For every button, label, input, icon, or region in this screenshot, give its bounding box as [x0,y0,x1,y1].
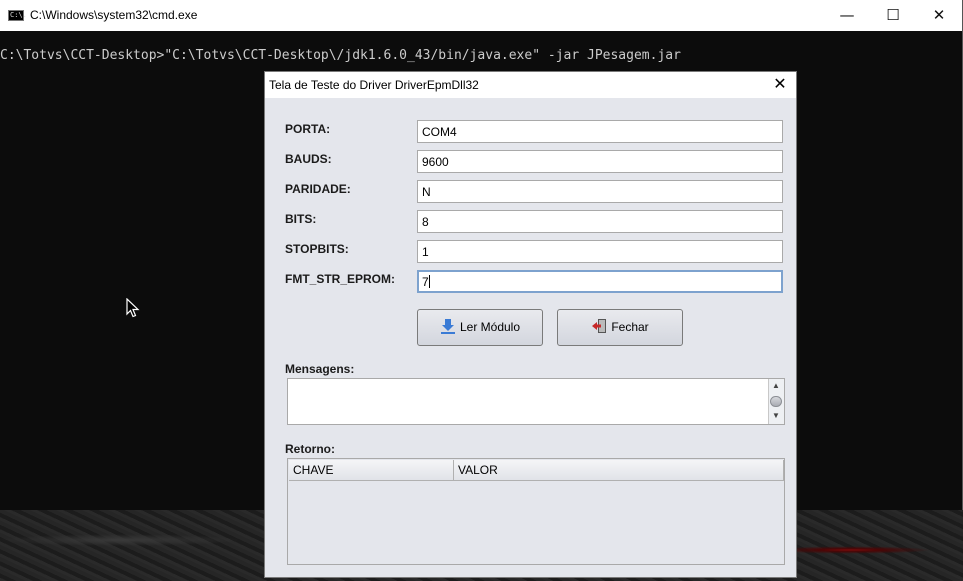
retorno-label: Retorno: [285,442,335,456]
fechar-button[interactable]: Fechar [557,309,683,346]
fechar-label: Fechar [611,320,649,334]
scroll-down-icon[interactable]: ▼ [772,412,780,420]
stopbits-input[interactable]: 1 [417,240,783,263]
porta-label: PORTA: [285,122,331,136]
scroll-up-icon[interactable]: ▲ [772,382,780,390]
retorno-table[interactable]: CHAVE VALOR [287,458,785,565]
close-button[interactable]: ✕ [916,0,962,31]
download-arrow-icon [440,319,455,334]
dialog-titlebar[interactable]: Tela de Teste do Driver DriverEpmDll32 ✕ [265,72,796,98]
stopbits-label: STOPBITS: [285,242,349,256]
fmt-str-eprom-input[interactable]: 7 [417,270,783,293]
paridade-label: PARIDADE: [285,182,351,196]
ler-modulo-button[interactable]: Ler Módulo [417,309,543,346]
console-title: C:\Windows\system32\cmd.exe [30,8,198,22]
dialog-title: Tela de Teste do Driver DriverEpmDll32 [269,78,479,92]
text-caret [428,275,430,288]
mensagens-scrollbar[interactable]: ▲ ▼ [768,379,784,424]
dialog-close-button[interactable]: ✕ [764,72,796,98]
bits-label: BITS: [285,212,317,226]
bauds-label: BAUDS: [285,152,332,166]
exit-door-icon [592,319,607,333]
mensagens-textarea[interactable]: ▲ ▼ [287,378,785,425]
scroll-thumb[interactable] [770,396,782,407]
column-header-chave[interactable]: CHAVE [289,460,454,481]
mouse-cursor-icon [126,298,140,318]
mensagens-label: Mensagens: [285,362,355,376]
porta-input[interactable]: COM4 [417,120,783,143]
console-titlebar[interactable]: C:\. C:\Windows\system32\cmd.exe — ☐ ✕ [0,0,962,31]
column-header-valor[interactable]: VALOR [454,460,784,481]
fmt-str-eprom-value: 7 [422,275,429,289]
ler-modulo-label: Ler Módulo [459,320,521,334]
bits-input[interactable]: 8 [417,210,783,233]
minimize-button[interactable]: — [824,0,870,31]
bauds-input[interactable]: 9600 [417,150,783,173]
paridade-input[interactable]: N [417,180,783,203]
console-command-line: C:\Totvs\CCT-Desktop>"C:\Totvs\CCT-Deskt… [0,48,681,63]
maximize-button[interactable]: ☐ [870,0,916,31]
fmt-str-eprom-label: FMT_STR_EPROM: [285,272,396,286]
console-app-icon: C:\. [8,10,27,21]
driver-test-dialog[interactable]: Tela de Teste do Driver DriverEpmDll32 ✕… [264,71,797,578]
